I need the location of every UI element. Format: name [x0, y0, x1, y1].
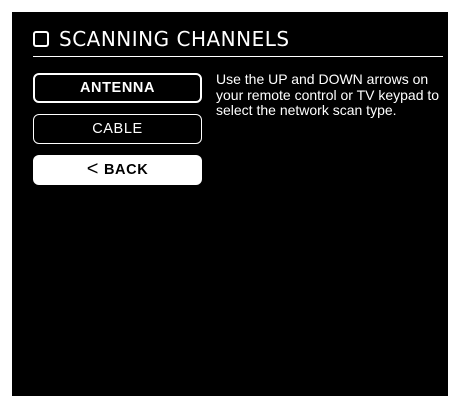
tv-menu-screen: SCANNING CHANNELS ANTENNA CABLE < BACK U… — [12, 12, 448, 396]
header-divider — [33, 56, 443, 57]
help-text: Use the UP and DOWN arrows on your remot… — [216, 71, 440, 118]
back-button-label: BACK — [103, 162, 149, 178]
chevron-left-icon: < — [86, 158, 99, 180]
page-title: SCANNING CHANNELS — [59, 27, 290, 51]
page-header: SCANNING CHANNELS — [33, 24, 290, 54]
antenna-option[interactable]: ANTENNA — [33, 73, 202, 103]
square-outline-icon — [33, 31, 49, 47]
cable-option-label: CABLE — [92, 121, 143, 137]
antenna-option-label: ANTENNA — [79, 80, 156, 96]
cable-option[interactable]: CABLE — [33, 114, 202, 144]
back-button[interactable]: < BACK — [33, 155, 202, 185]
scan-type-menu: ANTENNA CABLE < BACK — [33, 73, 202, 196]
